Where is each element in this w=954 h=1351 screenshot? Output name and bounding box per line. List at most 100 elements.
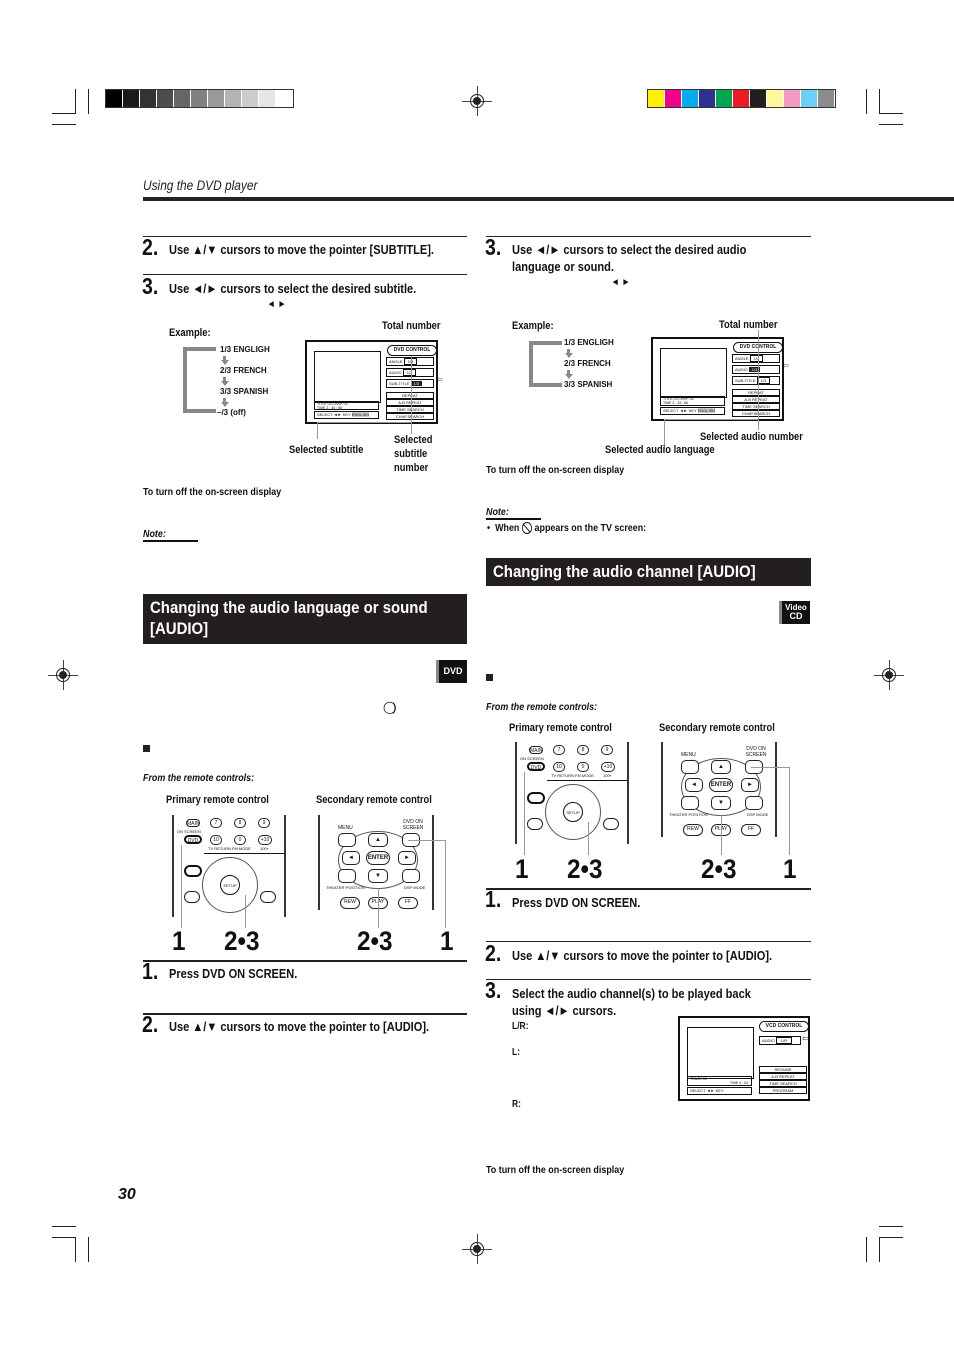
pointer-icon: ⇦: [436, 375, 443, 384]
note-label: Note:: [143, 528, 166, 540]
enter-setup-button: SETUP: [563, 802, 583, 822]
number-10-button: 10: [553, 762, 565, 772]
step-divider: [143, 960, 467, 962]
dsp-mode-label: DSP MODE: [404, 885, 426, 890]
number-9-button: 9: [601, 745, 613, 755]
ff-button: FF: [741, 824, 761, 836]
dvd-on-screen-button: DVD: [184, 835, 202, 844]
dvd-on-screen-label: DVD ON SCREEN: [402, 819, 424, 831]
plus-10-button: +10: [258, 835, 272, 845]
primary-remote-label: Primary remote control: [509, 722, 612, 734]
step-divider: [143, 1013, 467, 1015]
osd-row-audio: AUDIO 1/3: [386, 368, 434, 377]
menu-button: [338, 833, 356, 847]
callout-step-2-3: 2•3: [701, 854, 737, 884]
leader-line: [789, 767, 790, 855]
rew-button: REW: [683, 824, 703, 836]
osd-button: REPEAT: [732, 389, 780, 396]
callout-step-2-3: 2•3: [224, 926, 260, 956]
step-text: Press DVD ON SCREEN.: [512, 895, 641, 910]
callout-step-1: 1: [440, 926, 454, 956]
turn-off-osd-heading: To turn off the on-screen display: [486, 1164, 625, 1176]
menu-button: [527, 792, 545, 804]
osd-select-key: SELECT ◄► KEY ENGLISH: [314, 411, 379, 419]
step-text: using ◄/► cursors.: [512, 1003, 617, 1018]
header-rule: [143, 197, 954, 201]
osd-button: TIME SEARCH: [759, 1080, 807, 1087]
callout-step-1: 1: [783, 854, 797, 884]
left-button: ◄: [342, 851, 360, 865]
note-bullet: • When appears on the TV screen:: [487, 522, 647, 535]
number-0-button: 0: [234, 835, 246, 845]
channel-r-label: R:: [512, 1099, 521, 1110]
total-number-label: Total number: [719, 319, 778, 331]
step-divider: [143, 274, 467, 275]
gray-color-bar: [105, 89, 294, 108]
leader-line: [317, 422, 412, 423]
step-text: Use ▲/▼ cursors to move the pointer [SUB…: [169, 242, 435, 257]
osd-row-angle: ANGLE 1/3: [732, 354, 780, 363]
fm-mode-label: FM MODE: [232, 846, 251, 851]
up-button: ▲: [368, 833, 388, 847]
example-item: –/3 (off): [217, 408, 246, 417]
bullet-square: [486, 674, 493, 681]
gray-swatch: [106, 90, 123, 107]
step-number: 1.: [485, 886, 502, 912]
leader-line: [524, 772, 525, 855]
bullet-square: [143, 745, 150, 752]
turn-off-osd-heading: To turn off the on-screen display: [486, 464, 625, 476]
osd-button: REPEAT: [386, 392, 434, 399]
from-remote-label: From the remote controls:: [143, 772, 255, 784]
callout-step-1: 1: [172, 926, 186, 956]
prohibited-icon: [521, 522, 533, 535]
number-8-button: 8: [577, 745, 589, 755]
page-number: 30: [118, 1186, 136, 1203]
color-swatch: [716, 90, 733, 107]
color-swatch: [750, 90, 767, 107]
dsp-mode-button: [745, 796, 763, 810]
video-cd-badge: Video CD: [779, 601, 810, 624]
number-9-button: 9: [258, 818, 270, 828]
theater-position-button: [681, 796, 699, 810]
dvd-on-screen-label: DVD ON SCREEN: [745, 746, 767, 758]
gray-swatch: [174, 90, 191, 107]
step-number: 3.: [485, 977, 502, 1003]
right-button: ►: [398, 851, 416, 865]
section-heading-audio-channel: Changing the audio channel [AUDIO]: [486, 558, 811, 586]
rew-button: REW: [340, 897, 360, 909]
color-calibration-bar: [647, 89, 836, 108]
left-button: ◄: [685, 778, 703, 792]
enter-button: ENTER: [366, 851, 390, 865]
leader-line: [751, 767, 789, 768]
example-item: 3/3 SPANISH: [220, 387, 269, 396]
step-number: 3.: [142, 273, 159, 299]
pointer-icon: ⇦: [802, 1034, 809, 1043]
osd-row-angle: ANGLE 1/3: [386, 357, 434, 366]
osd-button: CHAP.SEARCH: [732, 410, 780, 417]
audio-icon: ◯)): [383, 700, 397, 714]
osd-button: RESUME: [759, 1066, 807, 1073]
leader-line: [245, 895, 246, 928]
plus100-label: 100+: [603, 773, 613, 778]
number-0-button: 0: [577, 762, 589, 772]
osd-button: TIME SEARCH: [386, 406, 434, 413]
callout-step-1: 1: [515, 854, 529, 884]
step-divider: [486, 888, 811, 890]
color-swatch: [648, 90, 665, 107]
gray-swatch: [191, 90, 208, 107]
channel-l-label: L:: [512, 1047, 521, 1058]
osd-row-audio: AUDIO 1/3: [732, 365, 780, 374]
up-button: ▲: [711, 760, 731, 774]
color-swatch: [801, 90, 818, 107]
example-item: 2/3 FRENCH: [220, 366, 267, 375]
step-number: 2.: [142, 1011, 159, 1037]
step-text: Use ▲/▼ cursors to move the pointer to […: [169, 1019, 430, 1034]
turn-off-osd-heading: To turn off the on-screen display: [143, 486, 282, 498]
dvd-control-osd: DVD CONTROL ANGLE 1/3 AUDIO 1/3 SUB-TITL…: [651, 337, 789, 421]
vcd-control-osd: VCD CONTROL AUDIO L/R RESUME A-B REPEAT …: [678, 1016, 810, 1101]
gray-swatch: [140, 90, 157, 107]
color-swatch: [818, 90, 835, 107]
primary-remote-label: Primary remote control: [166, 794, 269, 806]
example-item: 1/3 ENGLIGH: [220, 345, 270, 354]
leader-line: [758, 330, 759, 430]
